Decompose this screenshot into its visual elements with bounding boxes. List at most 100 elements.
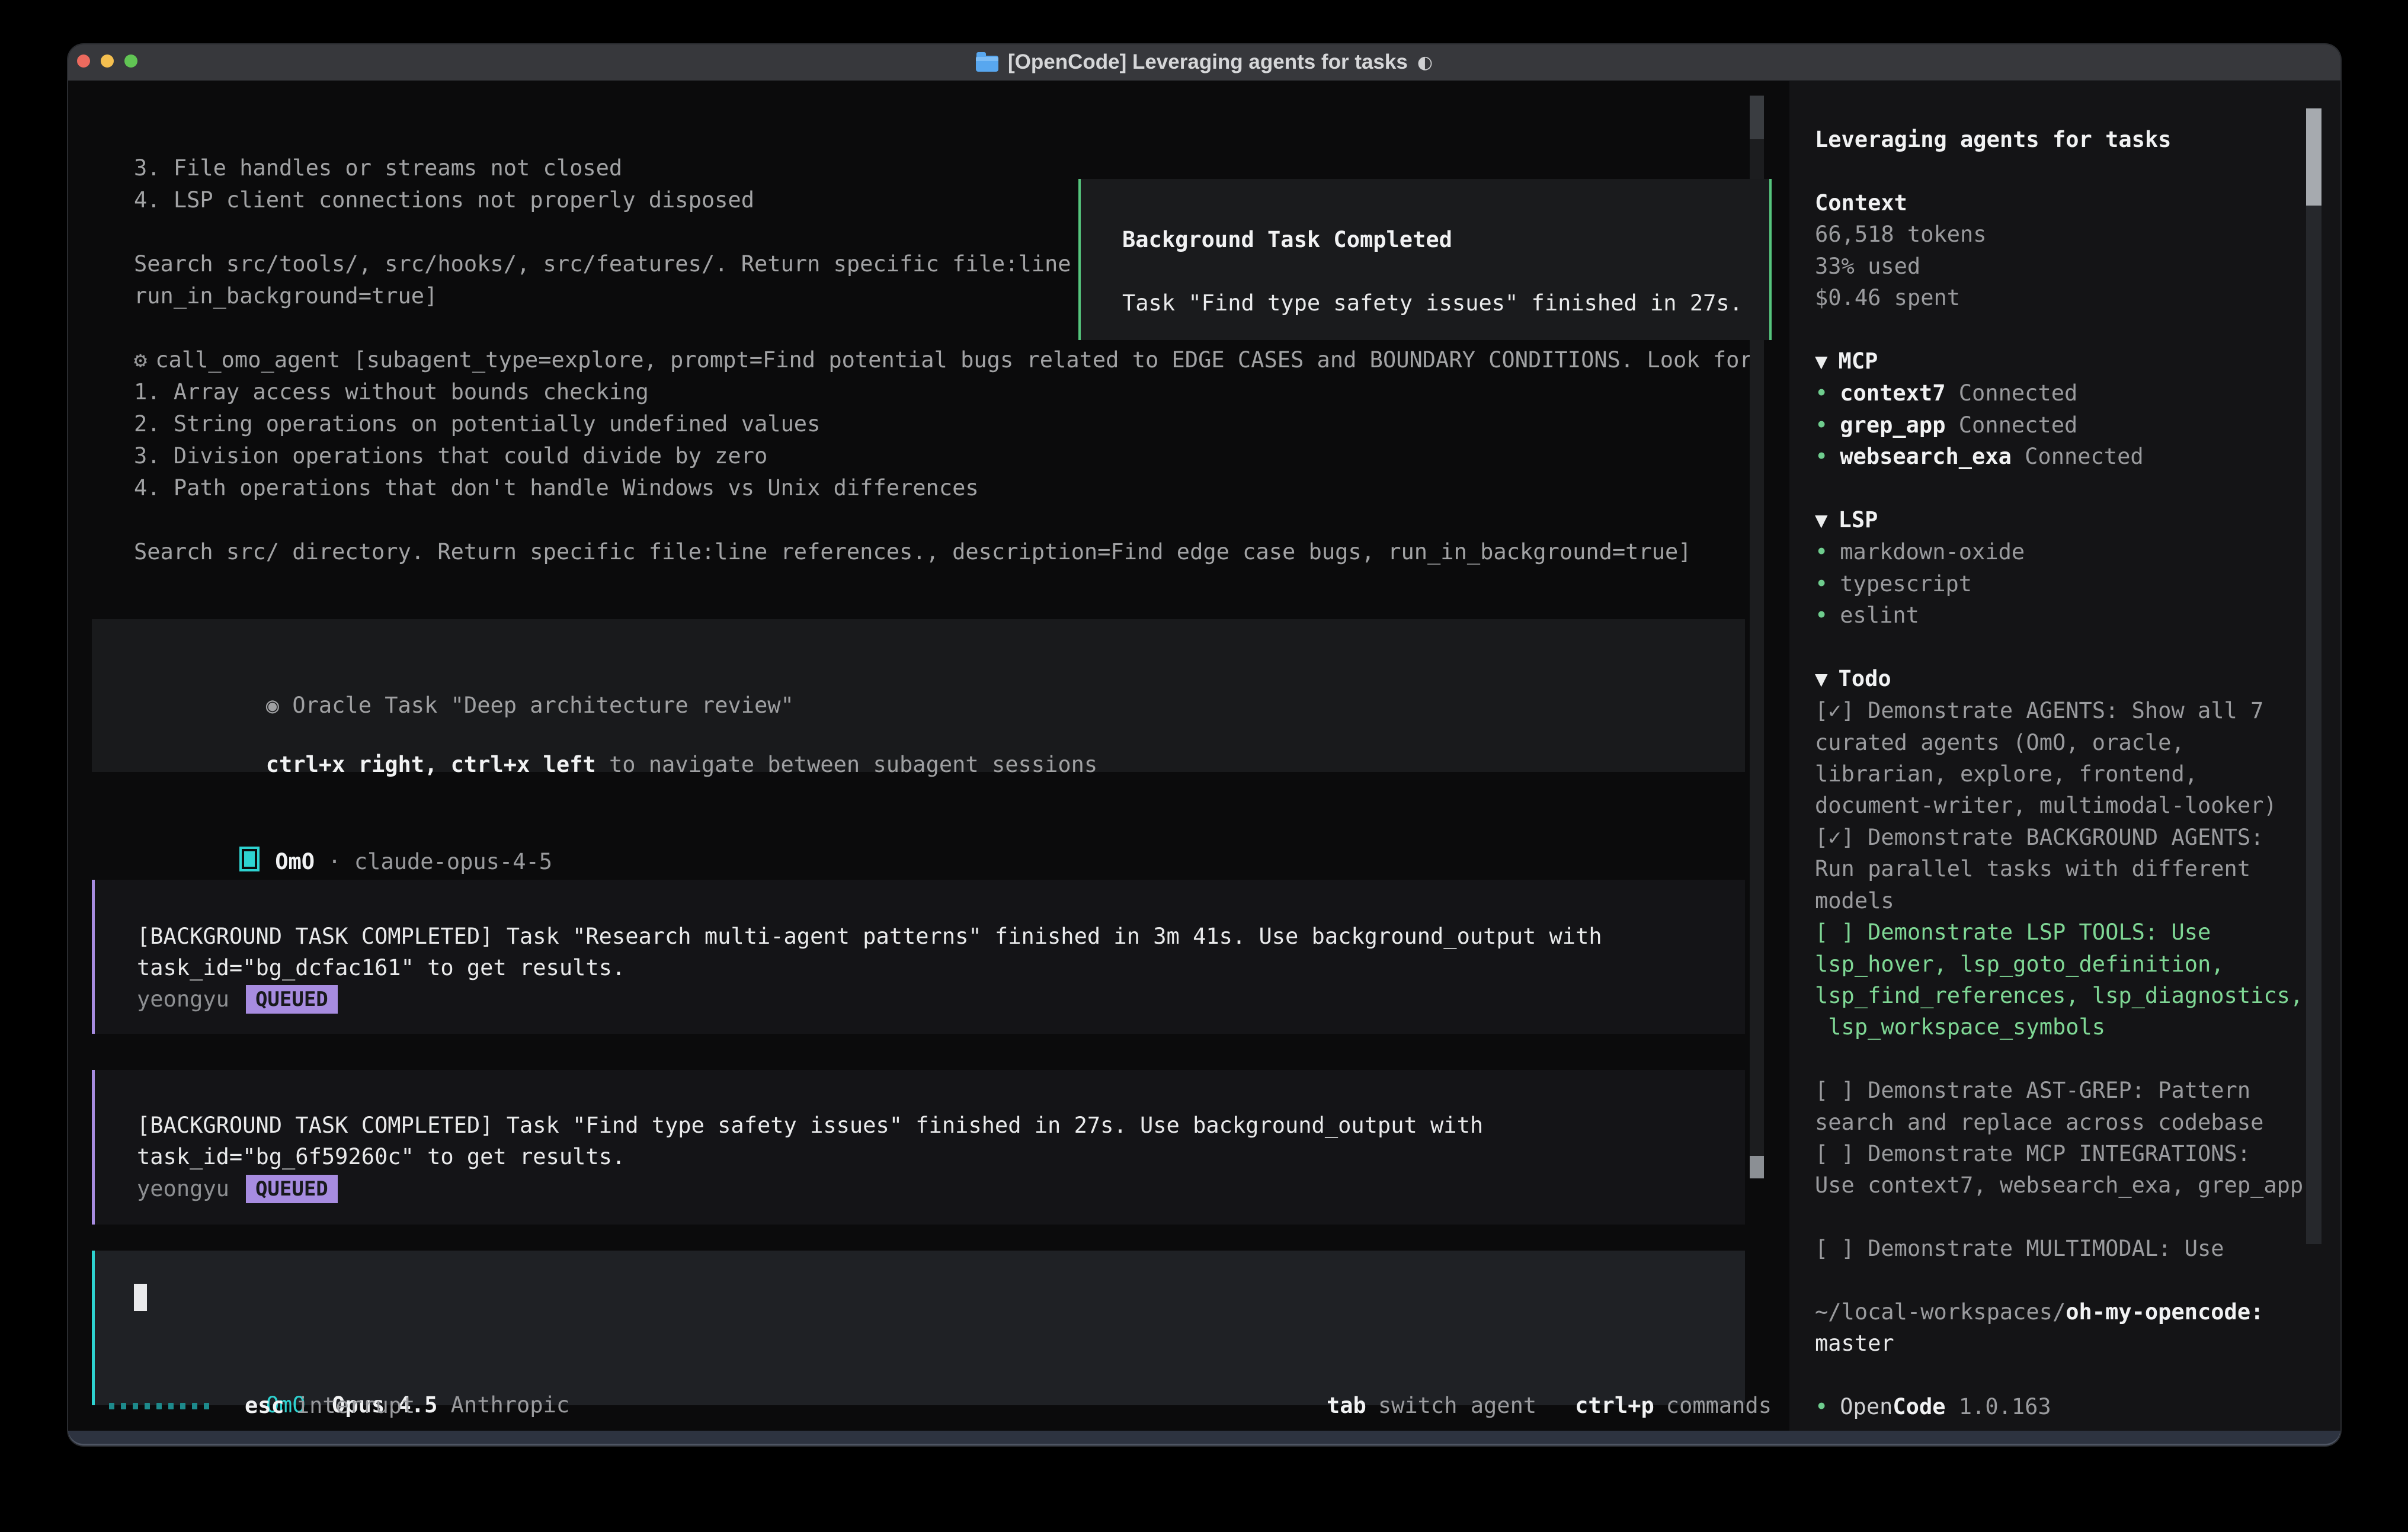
todo-line: document-writer, multimodal-looker)	[1815, 790, 2313, 821]
mcp-item: •grep_app Connected	[1815, 409, 2313, 441]
todo-line: lsp_find_references, lsp_diagnostics,	[1815, 980, 2313, 1011]
oracle-task-box: ◉ Oracle Task "Deep architecture review"…	[92, 619, 1745, 772]
opencode-window: [OpenCode] Leveraging agents for tasks ◐…	[68, 44, 2340, 1446]
sidebar-scrollbar-thumb[interactable]	[2306, 108, 2321, 206]
background-task-message: [BACKGROUND TASK COMPLETED] Task "Resear…	[92, 880, 1745, 1034]
terminal-scrollbar-thumb[interactable]	[1750, 1156, 1764, 1178]
session-indicator-icon: ◐	[1417, 52, 1433, 73]
toast-title: Background Task Completed	[1122, 224, 1452, 256]
status-dot-icon: •	[1815, 571, 1828, 597]
sidebar: Leveraging agents for tasksContext66,518…	[1789, 81, 2340, 1431]
todo-line: Use context7, websearch_exa, grep_app	[1815, 1169, 2313, 1201]
todo-line: lsp_hover, lsp_goto_definition,	[1815, 948, 2313, 980]
keybinding-label: ctrl+x right, ctrl+x left	[266, 752, 596, 777]
window-bottom-bar	[68, 1431, 2340, 1446]
todo-line: [✓] Demonstrate BACKGROUND AGENTS:	[1815, 822, 2313, 853]
terminal-line: 4. Path operations that don't handle Win…	[134, 472, 1778, 504]
todo-line: [ ] Demonstrate AST-GREP: Pattern	[1815, 1075, 2313, 1106]
sidebar-scrollbar-track	[2306, 108, 2321, 1244]
app-version: •OpenCode 1.0.163	[1815, 1391, 2313, 1422]
omo-agent-icon	[239, 847, 260, 871]
lsp-item: •typescript	[1815, 568, 2313, 600]
todo-line: search and replace across codebase	[1815, 1107, 2313, 1138]
message-text: task_id="bg_6f59260c" to get results.	[137, 1141, 1727, 1172]
sidebar-stat: $0.46 spent	[1815, 282, 2313, 313]
status-dot-icon: •	[1815, 1394, 1828, 1419]
tab-key-hint: tab	[1327, 1390, 1366, 1422]
esc-key-hint: esc	[245, 1390, 284, 1422]
message-text: [BACKGROUND TASK COMPLETED] Task "Resear…	[137, 921, 1727, 952]
sidebar-stat: 33% used	[1815, 251, 2313, 282]
titlebar: [OpenCode] Leveraging agents for tasks ◐	[68, 44, 2340, 81]
sidebar-section-lsp: ▼LSP	[1815, 504, 2313, 536]
sidebar-content: Leveraging agents for tasksContext66,518…	[1815, 124, 2313, 1423]
spinner-dots	[109, 1403, 209, 1409]
message-meta: yeongyu QUEUED	[137, 1173, 1727, 1204]
tab-key-label: switch agent	[1378, 1390, 1536, 1422]
todo-line: [ ] Demonstrate MULTIMODAL: Use	[1815, 1233, 2313, 1264]
todo-line: [ ] Demonstrate LSP TOOLS: Use	[1815, 916, 2313, 948]
message-text: task_id="bg_dcfac161" to get results.	[137, 952, 1727, 983]
sidebar-section-todo: ▼Todo	[1815, 663, 2313, 695]
lsp-item: •eslint	[1815, 600, 2313, 631]
triangle-collapse-icon[interactable]: ▼	[1815, 505, 1828, 536]
message-text: [BACKGROUND TASK COMPLETED] Task "Find t…	[137, 1110, 1727, 1141]
oracle-task-line: ◉ Oracle Task "Deep architecture review"	[134, 658, 794, 690]
oracle-bullet-icon: ◉	[266, 693, 279, 718]
terminal-line: 1. Array access without bounds checking	[134, 376, 1778, 408]
status-badge: QUEUED	[246, 985, 338, 1014]
git-branch: master	[1815, 1328, 2313, 1359]
gear-icon: ⚙	[134, 347, 147, 373]
status-right: tab switch agent ctrl+p commands	[1327, 1390, 1772, 1422]
status-dot-icon: •	[1815, 412, 1828, 438]
todo-line: Run parallel tasks with different	[1815, 853, 2313, 884]
todo-line: curated agents (OmO, oracle,	[1815, 727, 2313, 758]
terminal-pane: 3. File handles or streams not closed4. …	[68, 81, 1789, 1431]
status-dot-icon: •	[1815, 444, 1828, 469]
todo-line: [✓] Demonstrate AGENTS: Show all 7	[1815, 695, 2313, 726]
mcp-item: •websearch_exa Connected	[1815, 441, 2313, 472]
commands-key-hint: ctrl+p	[1575, 1390, 1654, 1422]
background-task-toast: Background Task Completed Task "Find typ…	[1078, 179, 1772, 340]
session-title: Leveraging agents for tasks	[1815, 124, 2313, 155]
todo-line: models	[1815, 885, 2313, 916]
terminal-line: ⚙call_omo_agent [subagent_type=explore, …	[134, 344, 1778, 376]
agent-name: OmO	[275, 849, 315, 874]
agent-model: claude-opus-4-5	[354, 849, 552, 874]
commands-key-label: commands	[1666, 1390, 1772, 1422]
status-left: esc interrupt	[109, 1390, 415, 1422]
input-meta: OmO Opus 4.5 Anthropic	[134, 1357, 569, 1389]
status-dot-icon: •	[1815, 380, 1828, 406]
workspace-path: ~/local-workspaces/oh-my-opencode:	[1815, 1296, 2313, 1328]
todo-line: librarian, explore, frontend,	[1815, 758, 2313, 790]
status-badge: QUEUED	[246, 1175, 338, 1203]
separator-dot: ·	[328, 849, 341, 874]
agent-header: OmO · claude-opus-4-5	[134, 814, 552, 846]
message-meta: yeongyu QUEUED	[137, 983, 1727, 1015]
terminal-line: 3. Division operations that could divide…	[134, 440, 1778, 472]
triangle-collapse-icon[interactable]: ▼	[1815, 346, 1828, 377]
triangle-collapse-icon[interactable]: ▼	[1815, 664, 1828, 695]
screen: [OpenCode] Leveraging agents for tasks ◐…	[0, 0, 2408, 1532]
background-task-message: [BACKGROUND TASK COMPLETED] Task "Find t…	[92, 1070, 1745, 1225]
message-user: yeongyu	[137, 986, 229, 1012]
window-title: [OpenCode] Leveraging agents for tasks	[1008, 50, 1408, 74]
sidebar-section-mcp: ▼MCP	[1815, 345, 2313, 377]
status-dot-icon: •	[1815, 602, 1828, 628]
esc-key-label: interrupt	[296, 1390, 415, 1422]
message-user: yeongyu	[137, 1176, 229, 1201]
todo-line: [ ] Demonstrate MCP INTEGRATIONS:	[1815, 1138, 2313, 1169]
lsp-item: •markdown-oxide	[1815, 536, 2313, 568]
oracle-hint-line: ctrl+x right, ctrl+x left to navigate be…	[134, 717, 1097, 749]
mcp-item: •context7 Connected	[1815, 377, 2313, 409]
toast-body: Task "Find type safety issues" finished …	[1122, 287, 1743, 319]
terminal-line: Search src/ directory. Return specific f…	[134, 536, 1778, 568]
todo-line: lsp_workspace_symbols	[1815, 1011, 2313, 1043]
terminal-scrollbar-top-segment	[1750, 96, 1764, 139]
status-dot-icon: •	[1815, 539, 1828, 565]
sidebar-stat: 66,518 tokens	[1815, 219, 2313, 250]
terminal-line: 2. String operations on potentially unde…	[134, 408, 1778, 440]
text-cursor	[134, 1284, 147, 1311]
prompt-input[interactable]: OmO Opus 4.5 Anthropic	[92, 1251, 1745, 1405]
status-bar: esc interrupt tab switch agent ctrl+p co…	[68, 1390, 1789, 1422]
